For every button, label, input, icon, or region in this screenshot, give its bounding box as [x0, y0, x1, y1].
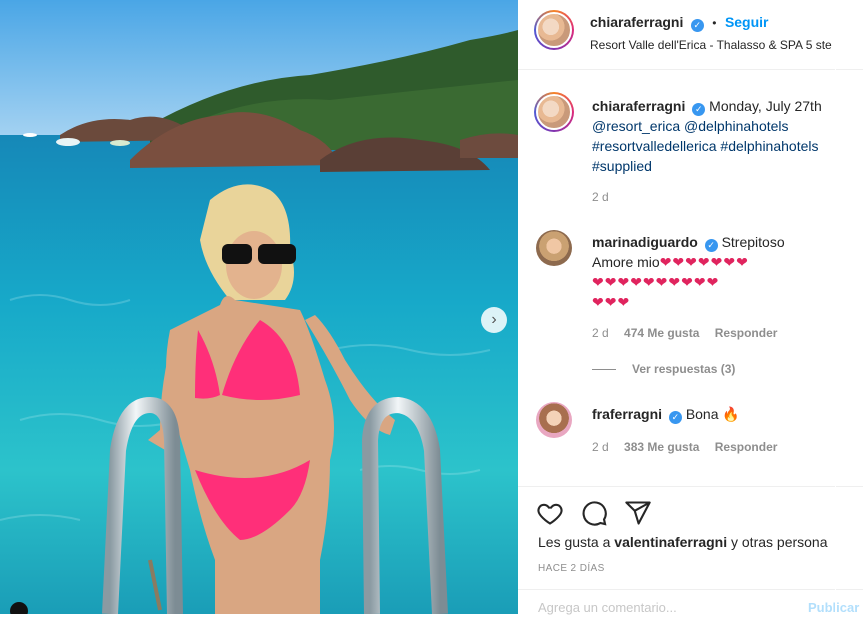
caption-avatar[interactable] [534, 92, 574, 132]
comment-text: Bona 🔥 [685, 406, 740, 422]
comment-text: Strepitoso [721, 234, 785, 250]
caption-text: Monday, July 27th [709, 98, 822, 114]
heart-emoji: ❤❤❤❤❤❤❤ [659, 254, 749, 270]
comment: fraferragni ✓ Bona 🔥 [592, 404, 852, 424]
likes-user[interactable]: valentinaferragni [614, 534, 727, 550]
comment-text: Amore mio [592, 254, 660, 270]
comment-meta: 2 d 474 Me gusta Responder [592, 326, 789, 340]
caption-meta: 2 d [592, 190, 621, 204]
post-actions: Les gusta a valentinaferragni y otras pe… [518, 486, 863, 620]
verified-icon: ✓ [692, 103, 706, 116]
comment-time[interactable]: 2 d [592, 326, 609, 340]
hashtag-link[interactable]: #delphinahotels [720, 138, 818, 154]
follow-button[interactable]: Seguir [725, 14, 769, 30]
comment-meta: 2 d 383 Me gusta Responder [592, 440, 789, 454]
share-icon[interactable] [624, 499, 652, 527]
view-replies-label: Ver respuestas (3) [632, 362, 736, 376]
verified-icon: ✓ [704, 239, 718, 252]
post-location[interactable]: Resort Valle dell'Erica - Thalasso & SPA… [590, 38, 832, 52]
author-line: chiaraferragni ✓ • Seguir [590, 14, 769, 32]
next-arrow-icon: › [491, 311, 497, 328]
post-header: chiaraferragni ✓ • Seguir Resort Valle d… [518, 0, 863, 70]
mention-link[interactable]: @delphinahotels [684, 118, 789, 134]
heart-emoji: ❤❤❤ [592, 294, 631, 310]
comment-username[interactable]: marinadiguardo [592, 234, 698, 250]
comment: marinadiguardo ✓ Strepitoso Amore mio❤❤❤… [592, 232, 852, 312]
comment-icon[interactable] [580, 499, 608, 527]
comment-likes[interactable]: 474 Me gusta [624, 326, 699, 340]
view-replies-button[interactable]: Ver respuestas (3) [592, 362, 735, 376]
reply-button[interactable]: Responder [715, 326, 778, 340]
next-photo-button[interactable]: › [481, 307, 507, 333]
heart-emoji: ❤❤❤❤❤❤❤❤❤❤ [592, 274, 720, 290]
post-comment-button[interactable]: Publicar [808, 600, 859, 615]
photo-illustration [0, 0, 518, 614]
comment-input[interactable]: Agrega un comentario... [538, 600, 677, 615]
carousel-indicator [10, 602, 28, 614]
mention-link[interactable]: @resort_erica [592, 118, 680, 134]
add-comment-bar: Agrega un comentario... Publicar [518, 589, 863, 620]
caption: chiaraferragni ✓ Monday, July 27th @reso… [592, 96, 852, 176]
comment-username[interactable]: fraferragni [592, 406, 662, 422]
reply-button[interactable]: Responder [715, 440, 778, 454]
replies-divider [592, 368, 616, 370]
hashtag-link[interactable]: #supplied [592, 158, 652, 174]
caption-time[interactable]: 2 d [592, 190, 609, 204]
comment-time[interactable]: 2 d [592, 440, 609, 454]
likes-suffix: y otras persona [731, 534, 828, 550]
post-side-panel: chiaraferragni ✓ • Seguir Resort Valle d… [518, 0, 863, 620]
hashtag-link[interactable]: #resortvalledellerica [592, 138, 717, 154]
caption-username[interactable]: chiaraferragni [592, 98, 685, 114]
separator-dot: • [712, 16, 717, 30]
verified-icon: ✓ [668, 411, 682, 424]
comment-likes[interactable]: 383 Me gusta [624, 440, 699, 454]
author-avatar[interactable] [534, 10, 574, 50]
likes-prefix: Les gusta a [538, 534, 611, 550]
likes-summary[interactable]: Les gusta a valentinaferragni y otras pe… [538, 534, 828, 550]
post-photo[interactable]: › [0, 0, 518, 614]
commenter-avatar[interactable] [536, 402, 572, 438]
post-date[interactable]: HACE 2 DÍAS [538, 563, 605, 574]
verified-icon: ✓ [690, 19, 704, 32]
commenter-avatar[interactable] [536, 230, 572, 266]
author-username[interactable]: chiaraferragni [590, 14, 683, 30]
heart-icon[interactable] [536, 499, 564, 527]
